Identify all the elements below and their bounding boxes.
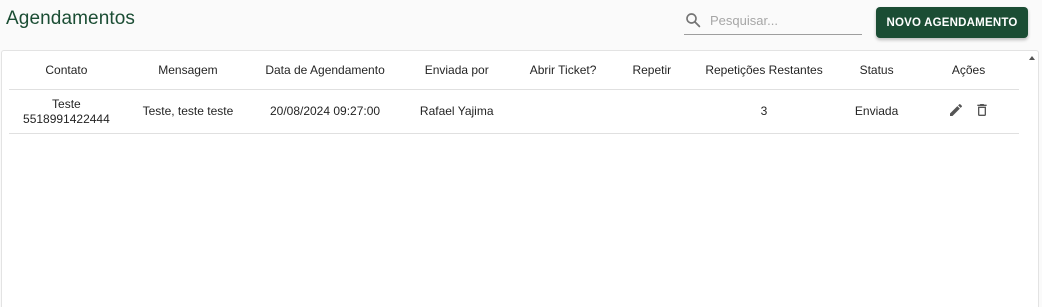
search-icon [686,13,701,28]
column-header-scheduled-date: Data de Agendamento [252,51,398,90]
contact-number: 5518991422444 [23,111,110,126]
new-schedule-button[interactable]: NOVO AGENDAMENTO [876,7,1028,38]
cell-sent-by: Rafael Yajima [397,89,516,134]
search-input[interactable] [710,9,860,31]
cell-message: Teste, teste teste [123,89,253,134]
cell-status: Enviada [835,89,919,134]
table-row: Teste 5518991422444 Teste, teste teste 2… [9,89,1019,134]
column-header-actions: Ações [918,51,1019,90]
cell-contact: Teste 5518991422444 [9,89,124,134]
column-header-open-ticket: Abrir Ticket? [515,51,611,90]
cell-scheduled-date: 20/08/2024 09:27:00 [252,89,398,134]
column-header-remaining-repeats: Repetições Restantes [692,51,836,90]
schedules-panel: Contato Mensagem Data de Agendamento Env… [1,50,1039,307]
column-header-repeat: Repetir [610,51,693,90]
column-header-message: Mensagem [123,51,253,90]
table-body: Teste 5518991422444 Teste, teste teste 2… [9,89,1019,134]
search-box[interactable] [684,8,862,35]
delete-icon[interactable] [974,102,990,118]
column-header-contact: Contato [9,51,124,90]
edit-icon[interactable] [948,102,964,118]
cell-actions [918,89,1019,134]
scroll-up-arrow[interactable] [1029,56,1035,60]
page-title: Agendamentos [6,8,136,29]
column-header-sent-by: Enviada por [397,51,516,90]
cell-open-ticket [515,89,611,134]
page-header: Agendamentos NOVO AGENDAMENTO [0,0,1042,48]
schedules-table: Contato Mensagem Data de Agendamento Env… [9,51,1019,134]
row-actions [948,102,990,118]
cell-repeat [610,89,693,134]
cell-remaining-repeats: 3 [692,89,836,134]
contact-name: Teste [52,96,81,111]
column-header-status: Status [835,51,919,90]
table-header: Contato Mensagem Data de Agendamento Env… [9,51,1019,90]
page: Agendamentos NOVO AGENDAMENTO Contato Me… [0,0,1042,307]
table-header-row: Contato Mensagem Data de Agendamento Env… [9,51,1019,90]
